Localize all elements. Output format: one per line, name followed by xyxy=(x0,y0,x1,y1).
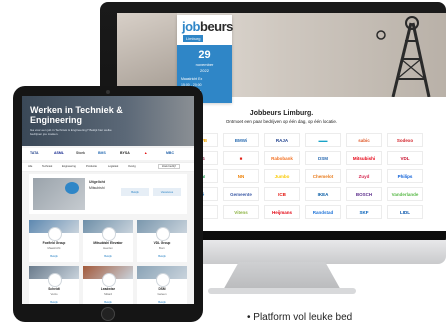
search-input[interactable]: Zoek bedrijf xyxy=(158,164,180,169)
filter-tab[interactable]: Alle xyxy=(28,165,32,168)
event-location: Maastricht Ex xyxy=(181,77,203,81)
company-logo-grid: ANWBBMWiRAJA▬▬sabicSodexoAPG■RabobankDSM… xyxy=(182,133,423,219)
featured-name: Mitsubishi xyxy=(89,186,105,190)
company-logo[interactable]: sabic xyxy=(346,133,382,147)
company-badge-icon xyxy=(102,227,116,241)
company-logo[interactable]: ICB xyxy=(264,187,300,201)
company-badge-icon xyxy=(48,273,62,287)
hero-banner xyxy=(117,13,446,97)
filter-tab[interactable]: Productie xyxy=(86,165,97,168)
company-logo[interactable]: BOSCH xyxy=(346,187,382,201)
featured-jobs-button[interactable]: Vacatures xyxy=(153,188,181,196)
company-logo[interactable]: BMWi xyxy=(223,133,259,147)
company-card[interactable]: VDL Group Born Bekijk xyxy=(137,220,187,262)
filter-tab[interactable]: Overig xyxy=(128,165,136,168)
company-card-link[interactable]: Bekijk xyxy=(83,300,133,304)
company-card-location: Venlo xyxy=(50,292,58,296)
featured-company-card[interactable]: Uitgelicht Mitsubishi Bekijk Vacatures xyxy=(29,174,187,214)
company-card[interactable]: DSM Geleen Bekijk xyxy=(137,266,187,304)
company-badge-icon xyxy=(156,273,170,287)
logo-part-beurs: beurs xyxy=(200,19,233,34)
featured-label: Uitgelicht xyxy=(89,180,105,184)
company-logo[interactable]: Gemeente xyxy=(223,187,259,201)
company-logo[interactable]: Jumbo xyxy=(264,169,300,183)
tablet-page-title: Werken in Techniek & Engineering xyxy=(30,105,123,125)
event-day: 29 xyxy=(198,49,211,61)
company-logo[interactable]: Vanderlande xyxy=(387,187,423,201)
company-card-link[interactable]: Bekijk xyxy=(29,300,79,304)
tablet-page-subtitle: Ga voor een job in Techniek & Engineerin… xyxy=(30,128,112,136)
company-logo[interactable]: Heijmans xyxy=(264,205,300,219)
filter-tab[interactable]: Engineering xyxy=(62,165,76,168)
company-badge-icon xyxy=(102,273,116,287)
company-logo[interactable]: Vitens xyxy=(223,205,259,219)
company-logo[interactable]: DSM xyxy=(305,151,341,165)
company-card-grid: Foxfield Group Maastricht Bekijk Mitsubishi… xyxy=(29,220,187,304)
company-card-location: Sittard xyxy=(103,292,113,296)
company-logo[interactable]: Rabobank xyxy=(264,151,300,165)
tablet-screen: Werken in Techniek & Engineering Ga voor… xyxy=(22,96,194,304)
filter-tab[interactable]: Logistiek xyxy=(108,165,118,168)
company-logo[interactable]: VDL xyxy=(387,151,423,165)
feature-caption: • Platform vol leuke bed xyxy=(247,312,353,323)
company-logo[interactable]: Zuyd xyxy=(346,169,382,183)
company-card-name: Scheidt xyxy=(48,287,60,291)
camera-icon xyxy=(106,90,110,94)
company-card-location: Heerlen xyxy=(103,246,113,250)
mining-tower-image xyxy=(376,16,431,97)
company-logo[interactable]: Chemelot xyxy=(305,169,341,183)
company-logo[interactable]: Sodexo xyxy=(387,133,423,147)
nav-company-logo[interactable]: TATA xyxy=(30,151,39,155)
nav-company-logo[interactable]: ▲ xyxy=(144,151,147,155)
tablet-filter-bar: Alle Techniek Engineering Productie Logi… xyxy=(22,162,194,172)
company-card-location: Born xyxy=(159,246,165,250)
nav-company-logo[interactable]: MBC xyxy=(166,151,174,155)
featured-badge-icon xyxy=(65,182,79,194)
event-year: 2022 xyxy=(200,68,209,73)
company-card-link[interactable]: Bekijk xyxy=(137,300,187,304)
company-logo[interactable]: SKF xyxy=(346,205,382,219)
company-card-name: Leadwise xyxy=(100,287,116,291)
company-badge-icon xyxy=(48,227,62,241)
tablet-logo-strip: TATA ASML Stork BMS BYSA ▲ MBC xyxy=(22,148,194,160)
company-card-name: DSM xyxy=(158,287,166,291)
company-card-location: Maastricht xyxy=(47,246,61,250)
nav-company-logo[interactable]: BYSA xyxy=(120,151,130,155)
jobbeurs-logo[interactable]: jobbeurs xyxy=(182,19,233,34)
company-logo[interactable]: Philips xyxy=(387,169,423,183)
home-button[interactable] xyxy=(101,307,115,321)
company-logo[interactable]: ■ xyxy=(223,151,259,165)
company-logo[interactable]: LIDL xyxy=(387,205,423,219)
company-card-link[interactable]: Bekijk xyxy=(83,254,133,258)
featured-image xyxy=(33,178,85,210)
logo-region-tag: Limburg xyxy=(183,35,204,42)
company-card[interactable]: Leadwise Sittard Bekijk xyxy=(83,266,133,304)
featured-view-button[interactable]: Bekijk xyxy=(121,188,149,196)
company-logo[interactable]: ▬▬ xyxy=(305,133,341,147)
company-logo[interactable]: Mitsubishi xyxy=(346,151,382,165)
nav-company-logo[interactable]: Stork xyxy=(76,151,85,155)
company-logo[interactable]: NN xyxy=(223,169,259,183)
imac-foot xyxy=(208,288,356,294)
company-logo[interactable]: RAJA xyxy=(264,133,300,147)
company-card-name: Mitsubishi Elevator xyxy=(93,241,123,245)
company-card-name: Foxfield Group xyxy=(42,241,66,245)
company-card[interactable]: Foxfield Group Maastricht Bekijk xyxy=(29,220,79,262)
filter-tab[interactable]: Techniek xyxy=(42,165,52,168)
event-month: november xyxy=(195,62,214,67)
company-card-link[interactable]: Bekijk xyxy=(137,254,187,258)
company-logo[interactable]: IKEA xyxy=(305,187,341,201)
company-logo[interactable]: Randstad xyxy=(305,205,341,219)
company-card[interactable]: Scheidt Venlo Bekijk xyxy=(29,266,79,304)
nav-company-logo[interactable]: ASML xyxy=(54,151,64,155)
company-card-name: VDL Group xyxy=(153,241,171,245)
company-badge-icon xyxy=(156,227,170,241)
company-card[interactable]: Mitsubishi Elevator Heerlen Bekijk xyxy=(83,220,133,262)
logo-part-job: job xyxy=(182,19,201,34)
nav-company-logo[interactable]: BMS xyxy=(98,151,106,155)
tablet-hero: Werken in Techniek & Engineering Ga voor… xyxy=(22,96,194,146)
company-card-link[interactable]: Bekijk xyxy=(29,254,79,258)
company-card-location: Geleen xyxy=(157,292,167,296)
hero-photo-left xyxy=(117,13,177,97)
